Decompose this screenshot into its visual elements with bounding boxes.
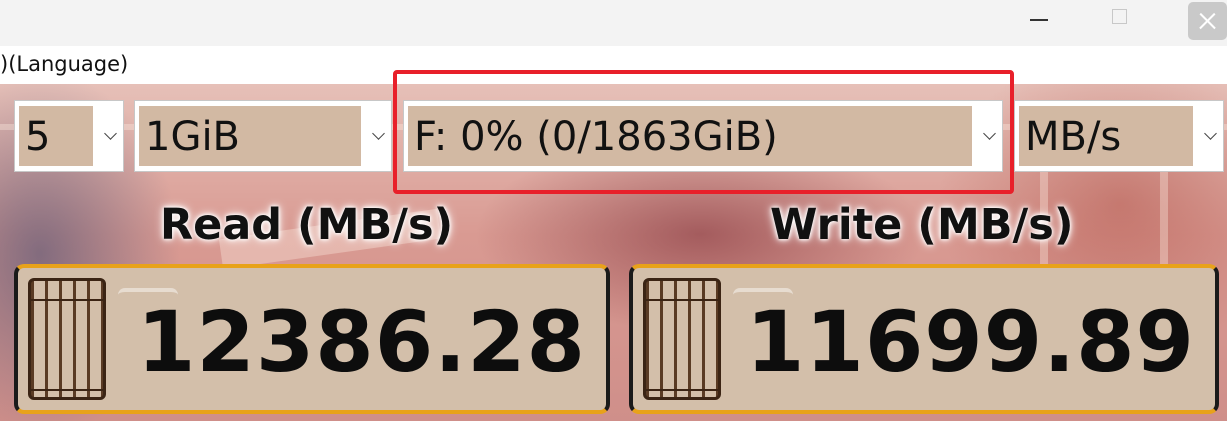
chevron-down-icon [105,131,116,142]
title-bar [0,0,1227,46]
panel-grid-ornament [643,278,721,400]
drive-highlight-box [393,70,1014,194]
read-result-panel[interactable]: 12386.28 [14,264,610,414]
read-heading: Read (MB/s) [160,200,454,250]
unit-select[interactable]: MB/s [1014,100,1224,172]
unit-value: MB/s [1019,106,1193,166]
read-value: 12386.28 [136,293,586,391]
close-button[interactable] [1188,2,1227,40]
minimize-button[interactable] [1020,0,1060,42]
panel-grid-ornament [28,278,106,400]
test-size-value: 1GiB [139,106,361,166]
write-value: 11699.89 [745,293,1195,391]
write-result-panel[interactable]: 11699.89 [629,264,1219,414]
test-count-select[interactable]: 5 [14,100,124,172]
chevron-down-icon [373,131,384,142]
maximize-button[interactable] [1100,0,1142,42]
chevron-down-icon [1205,131,1216,142]
write-heading: Write (MB/s) [770,200,1074,250]
test-count-value: 5 [19,106,93,166]
language-menu[interactable]: )(Language) [0,52,128,76]
test-size-select[interactable]: 1GiB [134,100,392,172]
